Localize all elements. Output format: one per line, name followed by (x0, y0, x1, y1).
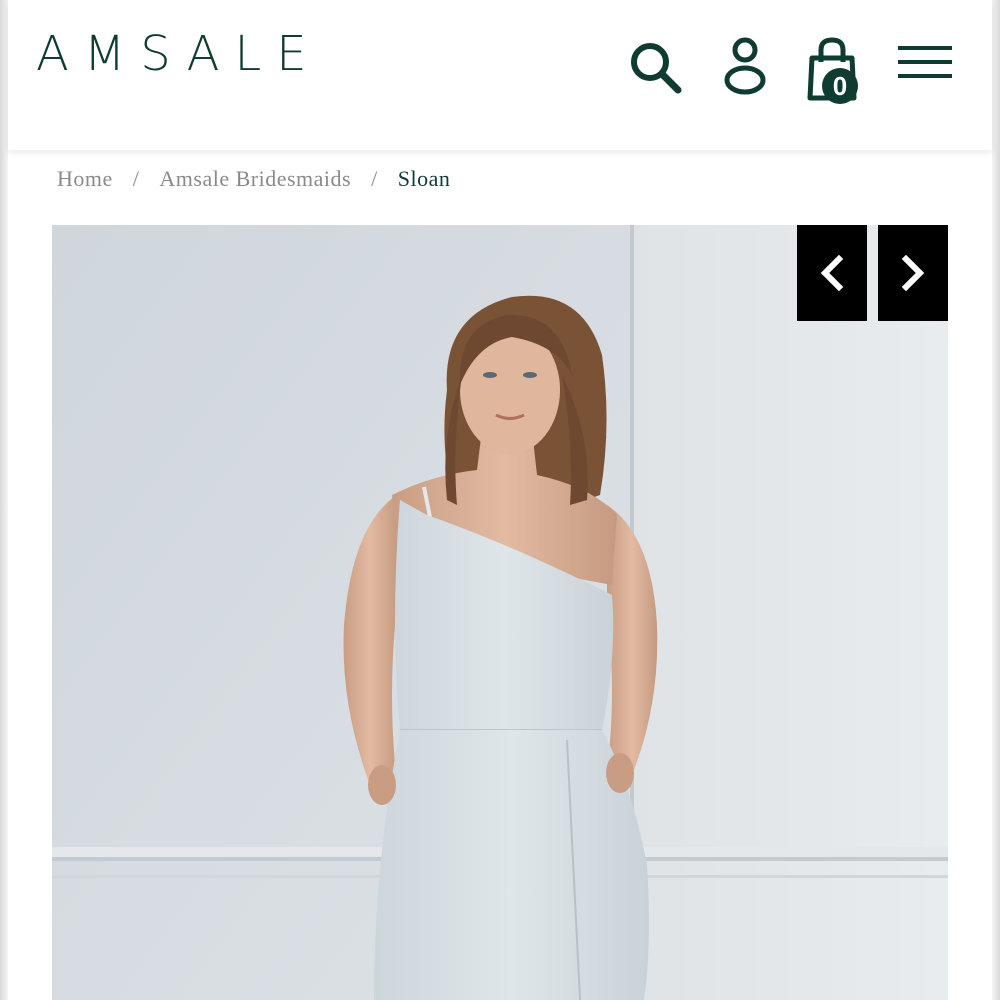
breadcrumb-home[interactable]: Home (57, 166, 113, 192)
gallery-next-button[interactable] (878, 225, 948, 321)
cart-count-badge: 0 (822, 68, 858, 104)
breadcrumb-amsale-bridesmaids[interactable]: Amsale Bridesmaids (159, 166, 351, 192)
breadcrumb: Home / Amsale Bridesmaids / Sloan (57, 166, 450, 192)
account-icon[interactable] (722, 36, 768, 96)
chevron-right-icon (901, 255, 925, 291)
amsale-logo[interactable]: AMSALE (36, 30, 322, 78)
gallery-prev-button[interactable] (797, 225, 867, 321)
chevron-left-icon (820, 255, 844, 291)
site-header: AMSALE 0 (8, 0, 992, 150)
product-photo (52, 225, 948, 1000)
hamburger-menu-icon[interactable] (896, 44, 954, 84)
breadcrumb-current-sloan: Sloan (397, 166, 451, 191)
search-icon[interactable] (628, 40, 684, 96)
left-edge-shadow (0, 0, 8, 1000)
product-image-gallery[interactable] (52, 225, 948, 1000)
breadcrumb-separator: / (132, 166, 140, 191)
breadcrumb-separator: / (371, 166, 378, 191)
right-edge-shadow (992, 0, 1000, 1000)
cart-button[interactable]: 0 (804, 36, 864, 108)
